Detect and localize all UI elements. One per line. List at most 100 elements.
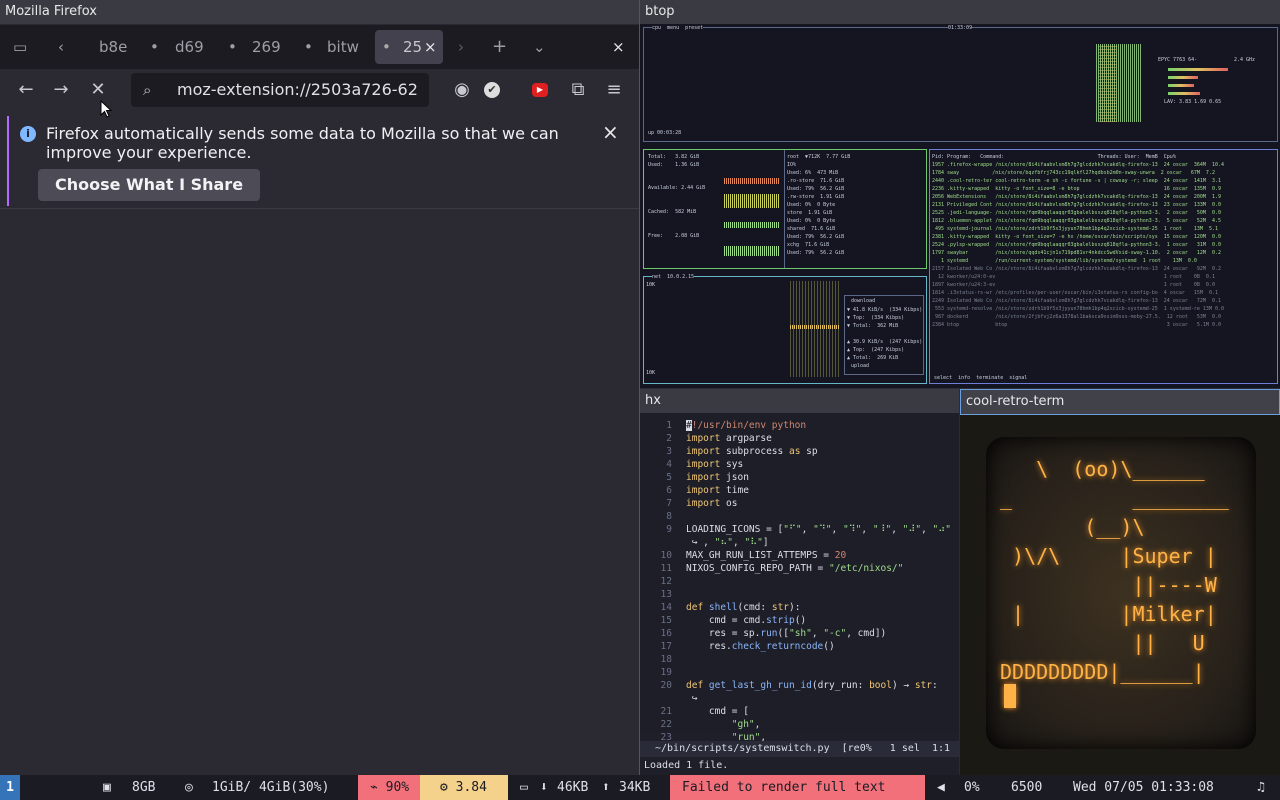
process-row[interactable]: 2381 .kitty-wrapped kitty -o font_size=7…	[932, 233, 1275, 241]
upload-rate: 34KB	[619, 780, 651, 795]
process-row[interactable]: 2056 WebExtensions /nix/store/8i4ifaabvl…	[932, 193, 1275, 201]
process-row[interactable]: 2131 Privileged Cont /nix/store/8i4ifaab…	[932, 201, 1275, 209]
line-number: 11	[660, 563, 672, 574]
tab-1[interactable]: b8e	[99, 25, 127, 69]
line-number: 8	[666, 511, 672, 522]
line-number: 16	[660, 628, 672, 639]
account-icon[interactable]: ◉	[447, 75, 477, 105]
line-number: 15	[660, 615, 672, 626]
line-number: 19	[660, 667, 672, 678]
process-row[interactable]: 2525 .jedi-language- /nix/store/fqm9bqql…	[932, 209, 1275, 217]
net-down-top: ▼ Top: (334 Kibps)	[847, 315, 905, 321]
new-tab-icon[interactable]: +	[492, 25, 507, 69]
net-header: net 10.0.2.15	[652, 273, 695, 281]
core-1-bar	[1168, 84, 1194, 87]
code-editor[interactable]: 123456789 10 11 12 13 14 15 16 17 18 19 20 21 22 23 …	[640, 413, 959, 743]
disk-entry: Used: 6% 473 MiB	[787, 170, 839, 176]
cpu-total-bar	[1168, 68, 1228, 71]
cpu-panel: cpu menu preset 01:33:09 EPYC 7763 64- 2…	[643, 24, 1278, 142]
back-icon[interactable]: ←	[11, 75, 41, 105]
mem-total: Total: 3.82 GiB	[648, 154, 700, 160]
notification-close-icon[interactable]: ×	[602, 120, 619, 144]
tabs-scroll-right-icon[interactable]: ›	[458, 25, 464, 69]
line-number: 10	[660, 550, 672, 561]
mem-used: Used: 1.36 GiB	[648, 162, 700, 168]
upload-icon: ⬆	[602, 780, 610, 795]
line-number: 5	[666, 472, 672, 483]
download-rate: 46KB	[557, 780, 589, 795]
extensions-icon[interactable]: ⧉	[563, 75, 593, 105]
tab-close-icon[interactable]: ×	[424, 25, 437, 69]
process-row[interactable]: 2249 Isolated Web Co /nix/store/8i4ifaab…	[932, 297, 1275, 305]
battery-segment: ⌁ 90%	[358, 775, 420, 800]
notification-bell-icon[interactable]: ♫	[1257, 775, 1265, 800]
process-row[interactable]: 2384 btop btop 3 oscar 5.1M 0.0	[932, 321, 1275, 329]
telemetry-notification: i Firefox automatically sends some data …	[7, 116, 633, 206]
nav-bar: ← → ✕ ⌕ moz-extension://2503a726-62 ◉ ✔ …	[0, 69, 639, 111]
close-window-icon[interactable]: ×	[612, 25, 625, 69]
net-down-rate: ▼ 41.8 KiB/s (334 Kibps)	[847, 307, 923, 313]
crt-screen[interactable]: \ (oo)\______ _ ________ (__)\ )\/\ |Sup…	[986, 437, 1256, 749]
net-up-rate: ▲ 30.9 KiB/s (247 Kibps)	[847, 339, 923, 345]
process-row[interactable]: 2440 .cool-retro-ter cool-retro-term -e …	[932, 177, 1275, 185]
proc-header: Pid: Program: Command: Threads: User: Me…	[932, 154, 1176, 160]
battery-level: 90%	[385, 780, 410, 795]
line-number: 3	[666, 446, 672, 457]
tabs-scroll-left-icon[interactable]: ‹	[58, 25, 64, 69]
process-row[interactable]: 987 dockerd /nix/store/2fjbfvj2z6a1378al…	[932, 313, 1275, 321]
proc-list: 1957 .firefox-wrappe /nix/store/8i4ifaab…	[932, 161, 1275, 371]
memory-usage-icon: ◎	[185, 780, 193, 795]
process-row[interactable]: 1812 .bluemen-applet /nix/store/fqm9bqql…	[932, 217, 1275, 225]
process-row[interactable]: 1897 kworker/u24:3-ev 1 root 0B 0.0	[932, 281, 1275, 289]
mem-free: Free: 2.08 GiB	[648, 233, 700, 239]
load-value: 3.84	[455, 780, 487, 795]
process-row[interactable]: 2236 .kitty-wrapped kitty -o font_size=8…	[932, 185, 1275, 193]
list-tabs-icon[interactable]: ⌄	[533, 25, 546, 69]
disk-entry: Used: 79% 56.2 GiB	[787, 186, 845, 192]
line-number: 6	[666, 485, 672, 496]
line-number: 14	[660, 602, 672, 613]
process-row[interactable]: 1814 .i3status-rs-wr /etc/profiles/per-u…	[932, 289, 1275, 297]
process-row[interactable]: 1 systemd /run/current-system/systemd/li…	[932, 257, 1275, 265]
download-icon: ⬇	[540, 780, 548, 795]
firefox-title: Mozilla Firefox	[0, 0, 639, 24]
tab-2[interactable]: d69	[175, 25, 204, 69]
process-row[interactable]: 553 systemd-resolve /nix/store/zdrh1b9f5…	[932, 305, 1275, 313]
disk-entry: IO%	[787, 162, 797, 168]
process-row[interactable]: 495 systemd-journal /nix/store/zdrh1b9f5…	[932, 225, 1275, 233]
tab-active[interactable]: • 25 ×	[375, 30, 443, 64]
process-row[interactable]: 2157 Isolated Web Co /nix/store/8i4ifaab…	[932, 265, 1275, 273]
process-row[interactable]: 1957 .firefox-wrappe /nix/store/8i4ifaab…	[932, 161, 1275, 169]
code-content[interactable]: #!/usr/bin/env python import argparse im…	[686, 419, 951, 744]
process-row[interactable]: 2524 .pylsp-wrapped /nix/store/fqm9bqqla…	[932, 241, 1275, 249]
process-row[interactable]: 1797 swaybar /nix/store/qqds41cjn1s719pd…	[932, 249, 1275, 257]
volume-icon: ◀	[937, 780, 945, 795]
tab-5-label: 25	[403, 38, 423, 56]
firefox-window: Mozilla Firefox ▭ ‹ b8e • d69 • 269 • bi…	[0, 0, 640, 775]
tab-separator: •	[304, 38, 313, 56]
mem-free-graph	[724, 246, 780, 256]
forward-icon[interactable]: →	[46, 75, 76, 105]
tab-4[interactable]: bitw	[327, 25, 359, 69]
process-row[interactable]: 12 kworker/u24:0-ev 1 root 0B 0.1	[932, 273, 1275, 281]
line-number: 21	[660, 706, 672, 717]
url-text[interactable]: moz-extension://2503a726-62	[177, 73, 427, 107]
choose-what-i-share-button[interactable]: Choose What I Share	[38, 169, 260, 201]
mem-available: Available: 2.44 GiB	[648, 185, 706, 191]
menu-icon[interactable]: ≡	[599, 75, 629, 105]
process-row[interactable]: 1784 sway /nix/store/bqzfbfrj743cc19qlkf…	[932, 169, 1275, 177]
net-graph	[790, 281, 840, 377]
line-number: 22	[660, 719, 672, 730]
extension-check-icon[interactable]: ✔	[484, 82, 500, 98]
tab-3[interactable]: 269	[252, 25, 281, 69]
mem-available-graph	[724, 194, 780, 208]
workspace-1-button[interactable]: 1	[0, 775, 20, 800]
youtube-extension-icon[interactable]: ▶	[532, 83, 548, 97]
disk-entry: root ▼712K 7.77 GiB	[787, 154, 851, 160]
net-stats-box: download ▼ 41.8 KiB/s (334 Kibps) ▼ Top:…	[844, 295, 924, 375]
tab-overview-icon[interactable]: ▭	[13, 25, 27, 69]
line-number: 4	[666, 459, 672, 470]
volume-level: 0%	[964, 780, 980, 795]
url-bar[interactable]: ⌕ moz-extension://2503a726-62	[131, 73, 429, 107]
line-number: 7	[666, 498, 672, 509]
